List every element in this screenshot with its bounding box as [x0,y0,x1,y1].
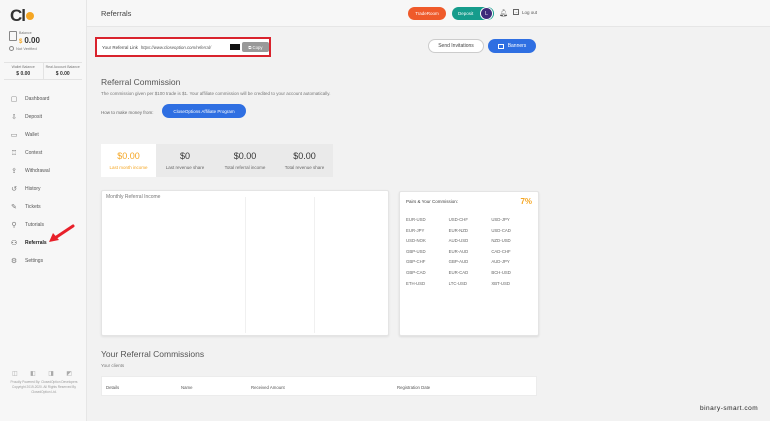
sidebar-item-deposit[interactable]: ⇩ Deposit [0,108,87,126]
balance-value: $0.00 [19,36,40,45]
pair-item: USD-NOK [406,238,426,244]
sidebar-item-history[interactable]: ↺ History [0,180,87,198]
red-arrow-icon [49,224,75,242]
sidebar-item-withdrawal[interactable]: ⇪ Withdrawal [0,162,87,180]
social-icons: ◫ ◧ ◨ ◩ [12,370,72,377]
logout-link[interactable]: → Log out [513,9,537,15]
clients-subtitle: Your clients [101,363,125,368]
referral-stats: $0.00 Last month income $0 Last revenue … [101,144,333,177]
page-title: Referrals [101,9,132,18]
pair-item: EUR-USD [406,217,426,222]
commissions-title: Your Referral Commissions [101,349,205,359]
pair-item: EUR-NZD [448,227,468,233]
balance-label: Balance [19,31,32,35]
referral-link-box: Your Referral Link ⧉ Copy [95,37,271,57]
pair-item: USD-CHF [448,217,468,222]
pairs-title: Pairs & Your Commission: [406,199,459,204]
social-icon-1[interactable]: ◫ [12,370,18,377]
pairs-percent: 7% [520,197,532,206]
sub-balances: Wallet Balance $ 0.00 Real Account Balan… [4,62,82,80]
chart-title: Monthly Referral Income [106,194,161,200]
referrals-icon: ⚇ [10,240,18,247]
redacted-block [230,44,240,50]
pair-item: USD-JPY [491,217,510,222]
logo-dot-icon [26,12,34,20]
banner-icon [497,43,504,49]
pair-item: AUD-USD [448,238,469,244]
stat-total-referral-income[interactable]: $0.00 Total referral income [214,144,276,177]
top-header: Referrals TradeRoom Deposit L 🔔︎ → Log ou… [87,0,770,27]
pair-item: LTC-USD [448,280,467,286]
social-icon-4[interactable]: ◩ [66,370,72,377]
pair-item: EUR-JPY [406,227,425,233]
dashboard-icon: ▢ [10,96,18,103]
chart-gridline [245,197,246,333]
verification-status: Not Verified [9,46,37,51]
pair-item: AUD-JPY [491,259,510,265]
stat-last-revenue-share[interactable]: $0 Last revenue share [156,144,214,177]
settings-icon: ⚙ [10,258,18,265]
verification-icon [9,46,14,51]
sidebar-item-tickets[interactable]: ✎ Tickets [0,198,87,216]
history-icon: ↺ [11,186,17,193]
commissions-table-header: Details Name Received Amount Registratio… [101,376,537,396]
logo[interactable]: Cl [10,6,34,26]
sidebar-footer-text: Proudly Powered By: ClosedOption Develop… [10,380,78,394]
referral-link-label: Your Referral Link [102,44,138,50]
col-registration-date[interactable]: Registration Date [397,385,430,390]
avatar[interactable]: L [480,7,493,20]
send-invitations-button[interactable]: Send Invitations [428,39,484,53]
social-icon-3[interactable]: ◨ [48,370,54,377]
pair-item: BCH-USD [491,269,511,275]
sidebar-item-settings[interactable]: ⚙ Settings [0,252,87,270]
logout-icon: → [513,9,519,15]
pair-item: EUR-CAD [448,269,469,275]
referral-link-input[interactable] [140,42,231,52]
pair-item: XBT-USD [491,280,510,286]
real-account-balance: Real Account Balance $ 0.00 [42,63,83,79]
stat-last-month-income[interactable]: $0.00 Last month income [101,144,156,177]
pairs-grid: EUR-USD USD-CHF USD-JPY EUR-JPY EUR-NZD USD-C… [406,217,534,288]
wallet-balance: Wallet Balance $ 0.00 [11,65,35,77]
social-icon-2[interactable]: ◧ [30,370,36,377]
sidebar-item-contest[interactable]: ♖ Contest [0,144,87,162]
bell-icon[interactable]: 🔔︎ [499,9,508,17]
wallet-icon: ▭ [10,132,18,139]
pair-item: ETH-USD [406,280,426,286]
pair-item: GBP-USD [406,248,426,254]
banners-button[interactable]: Banners [488,39,536,53]
commission-description: The commission given per $100 trade is $… [101,91,331,96]
pair-item: USD-CAD [491,227,511,233]
sidebar-item-wallet[interactable]: ▭ Wallet [0,126,87,144]
chart-gridline [314,197,315,333]
balance-wallet-icon [9,31,17,41]
affiliate-program-button[interactable]: CloseOptions Affiliate Program [162,104,246,118]
ticket-icon: ✎ [11,204,17,211]
pair-item: GBP-AUD [448,259,469,265]
trophy-icon: ♖ [10,150,18,157]
sidebar-item-dashboard[interactable]: ▢ Dashboard [0,90,87,108]
pair-item: GBP-CHF [406,259,426,265]
pair-item: NZD-USD [491,238,511,244]
stat-total-revenue-share[interactable]: $0.00 Total revenue share [276,144,333,177]
traderoom-button[interactable]: TradeRoom [408,7,446,20]
withdraw-icon: ⇪ [11,168,17,175]
howto-label: How to make money from: [101,110,154,115]
pair-item: GBP-CAD [406,269,426,275]
pairs-commission-panel: Pairs & Your Commission: 7% EUR-USD USD-C… [399,191,539,336]
col-received-amount[interactable]: Received Amount [251,385,285,390]
sidebar: Cl Balance $0.00 Not Verified Wallet Bal… [0,0,87,421]
col-name[interactable]: Name [181,385,192,390]
watermark: binary-smart.com [700,405,759,412]
pair-item: CAD-CHF [491,248,511,254]
col-details[interactable]: Details [106,385,119,390]
tutorials-icon: ⚲ [11,222,17,229]
monthly-referral-income-chart: Monthly Referral Income [101,190,389,336]
copy-button[interactable]: ⧉ Copy [241,42,269,52]
commission-title: Referral Commission [101,77,181,87]
pair-item: EUR-AUD [448,248,469,254]
deposit-icon: ⇩ [11,114,17,121]
